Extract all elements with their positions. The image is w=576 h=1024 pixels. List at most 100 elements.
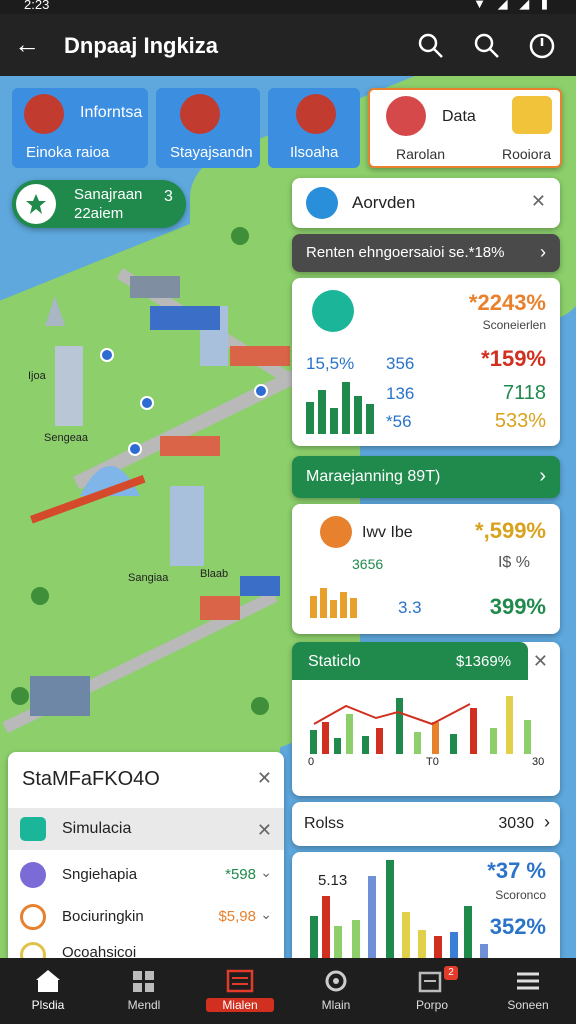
map-pin-icon[interactable] [100,348,114,362]
orange-ring-icon [20,904,46,930]
notification-badge: 2 [444,966,458,980]
status-icons: ▼ ◢ ◢ ▮ [473,0,552,11]
report-icon [418,971,442,993]
close-icon[interactable]: ✕ [257,820,272,841]
panel-title: Rolss [304,815,345,832]
compass-icon[interactable] [527,31,557,61]
nav-label: Mlain [321,998,351,1012]
star-glyph [26,194,46,214]
panel-title: StaMFaFKO4O [22,768,160,790]
nav-settings[interactable]: Mlain [288,958,384,1024]
status-time: 2:23 [24,0,50,12]
yellow-ring-icon [20,942,46,958]
badge-line1: Sanajraan [74,186,143,203]
grid-icon [133,971,154,992]
panel-title: Aorvden [352,193,416,212]
map-label: Sengeaa [44,432,89,444]
marketing-header[interactable]: Maraejanning 89T) › [292,456,560,498]
panel-title: Staticlo [308,653,361,670]
map-pin-icon[interactable] [254,384,268,398]
close-icon[interactable]: ✕ [531,191,546,212]
list-item[interactable]: Bociuringkin $5,98 ⌄ [8,898,284,936]
stat-value: 3656 [352,556,384,572]
nav-label: Plsdia [31,998,65,1012]
stat-pct: *,599% [475,518,546,543]
chevron-down-icon[interactable]: ⌄ [260,864,272,881]
tile-label: Stayajsandn [170,144,253,161]
gear-icon [325,970,347,992]
map-label: Sangiaa [128,572,169,584]
map-label: Ijoa [28,370,46,382]
map-pin-icon[interactable] [128,442,142,456]
emblem-icon [24,94,64,134]
chevron-right-icon[interactable]: › [539,465,546,488]
nav-label: Mendl [127,998,161,1012]
menu-icon [517,972,539,990]
list-item-value: *598 [225,866,256,883]
tile-title: Inforntsa [80,104,143,121]
stat-label: Iwv Ibe [362,524,413,541]
stat-pct: *2243% [468,290,546,315]
nav-report[interactable]: 2 Porpo [384,958,480,1024]
stat-pct: *37 % [487,858,546,883]
location-badge[interactable]: Sanajraan 22aiem 3 [12,180,186,228]
overview-panel[interactable]: Aorvden ✕ [292,178,560,228]
map-label: Blaab [200,568,229,580]
list-item[interactable]: Ocoahsicoi [8,940,284,958]
rolss-panel[interactable]: Rolss 3030 › [292,802,560,846]
nav-label: Soneen [507,998,549,1012]
panel-title: Renten ehngoersaioi se.*18% [306,244,505,261]
tile-stayajsandn[interactable]: Stayajsandn [156,88,260,168]
list-item-label: Sngiehapia [62,866,138,883]
panel-title: Maraejanning 89T) [306,468,441,485]
back-arrow-icon[interactable]: ← [14,30,40,58]
home-icon [36,970,60,992]
tile-label: Ilsoaha [290,144,339,161]
bottom-navigation: Plsdia Mendl Mialen Mlain 2 Porpo Soneen [0,958,576,1024]
rolss-bar-chart [310,860,488,958]
zoom-icon[interactable] [472,31,502,61]
mini-bar-chart [310,588,357,618]
axis-tick: 30 [532,756,545,768]
badge-count: 3 [164,188,173,205]
axis-tick: T0 [426,756,439,768]
close-icon[interactable]: ✕ [257,768,272,789]
chat-icon [306,187,338,219]
chevron-down-icon[interactable]: ⌄ [260,906,272,923]
map-pin-icon[interactable] [140,396,154,410]
list-item-label: Ocoahsicoi [62,944,137,958]
stat-value: *56 [386,412,412,431]
trend-icon [312,290,354,332]
tile-label: Rarolan [396,146,446,162]
nav-main[interactable]: Mialen [192,958,288,1024]
user-icon [20,862,46,888]
list-item[interactable]: Sngiehapia *598 ⌄ [8,856,284,894]
nav-home[interactable]: Plsdia [0,958,96,1024]
emblem-icon [296,94,336,134]
rent-header[interactable]: Renten ehngoersaioi se.*18% › [292,234,560,272]
stat-value: 136 [386,384,415,403]
nav-menu[interactable]: Mendl [96,958,192,1024]
panel-value: $1369% [456,653,512,670]
nav-more[interactable]: Soneen [480,958,576,1024]
list-item[interactable]: Simulacia ✕ [8,808,284,850]
tile-inforntsa[interactable]: Inforntsa Einoka raioa [12,88,148,168]
stat-value: 7118 [502,382,546,404]
nav-label: Mialen [206,998,274,1012]
tile-data[interactable]: Data Rarolan Rooiora [368,88,562,168]
tile-ilsoaha[interactable]: Ilsoaha [268,88,360,168]
chevron-right-icon[interactable]: › [540,242,546,263]
stat-sub: Sconeierlen [482,318,546,332]
app-bar: ← Dnpaaj Ingkiza [0,14,576,76]
simulation-icon [20,817,46,841]
stat-pct: 352% [489,914,546,939]
tile-title: Data [442,108,476,125]
stat-value: I$ % [497,554,530,571]
chevron-right-icon[interactable]: › [544,812,550,833]
chart-card-icon [512,96,552,134]
search-icon[interactable] [416,31,446,61]
stats-card-2: Iwv Ibe *,599% 3656 I$ % 3.3 399% [292,504,560,634]
list-item-label: Simulacia [62,820,132,837]
data-globe-icon [386,96,426,136]
close-icon[interactable]: ✕ [533,651,548,672]
